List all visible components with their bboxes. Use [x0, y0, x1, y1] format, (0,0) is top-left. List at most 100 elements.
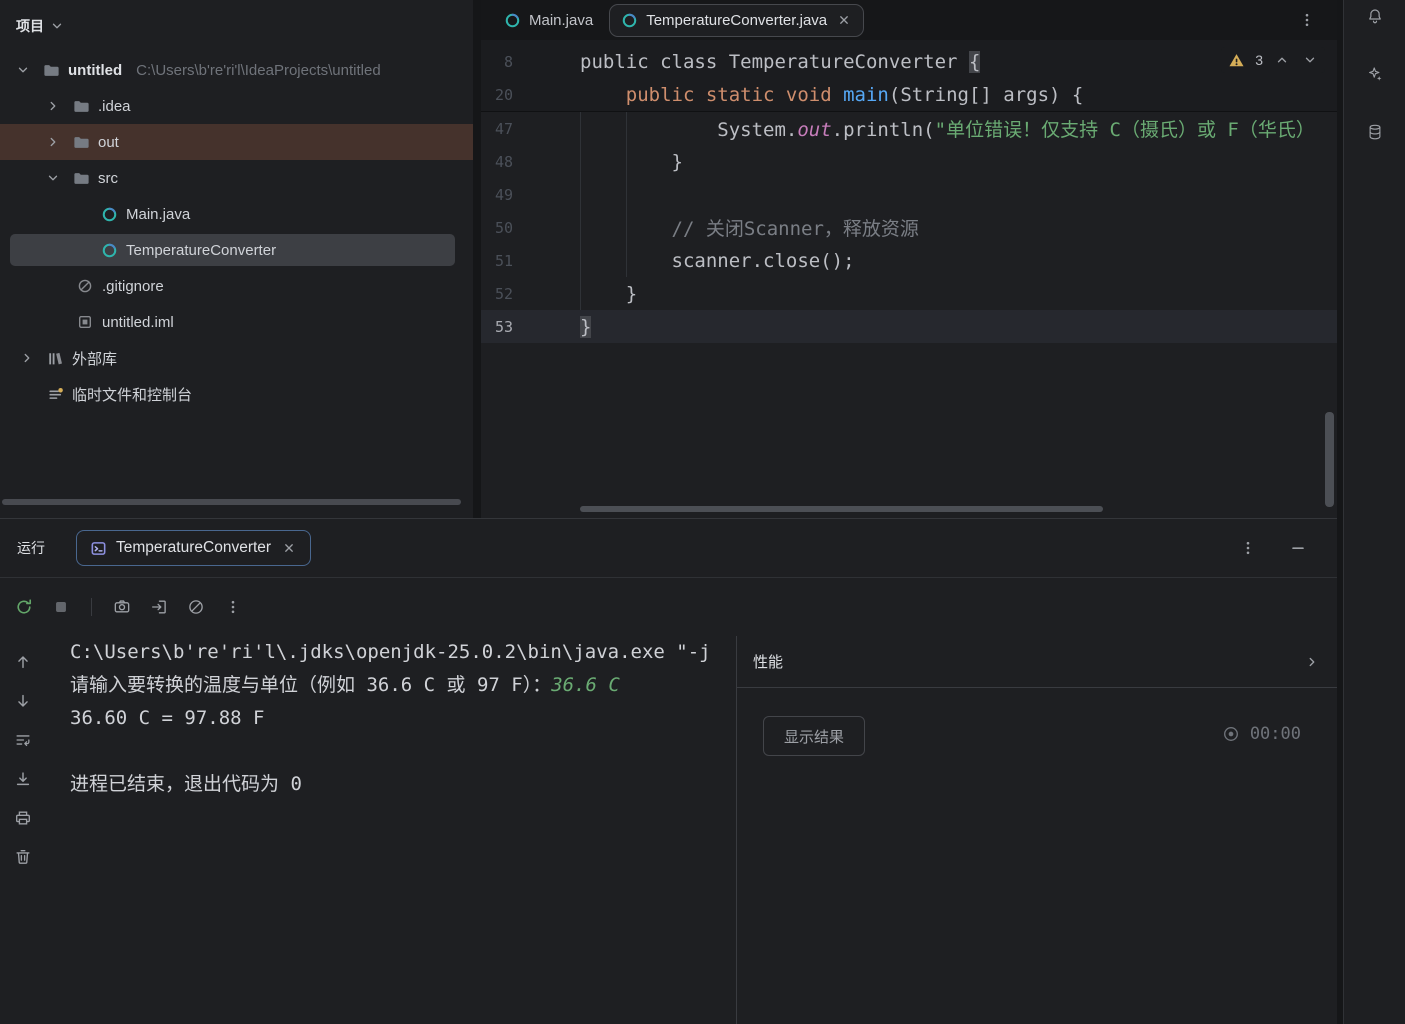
run-more-button[interactable] — [1234, 534, 1262, 562]
inspections-widget[interactable]: 3 — [1221, 47, 1325, 73]
database-icon — [1366, 123, 1384, 141]
code-text: } — [580, 283, 1337, 305]
chevron-right-icon[interactable] — [1303, 653, 1321, 671]
tree-item-label: src — [98, 170, 118, 187]
toolbar-more-button[interactable] — [219, 593, 247, 621]
editor-vertical-scrollbar[interactable] — [1325, 412, 1334, 507]
tree-item-src[interactable]: src — [0, 160, 473, 196]
scroll-to-end-button[interactable] — [9, 765, 37, 793]
code-line-8[interactable]: 8public class TemperatureConverter { — [481, 45, 1337, 78]
warning-icon — [1227, 51, 1245, 69]
ignore-icon — [76, 277, 94, 295]
code-line-47[interactable]: 47 System.out.println("单位错误！仅支持 C（摄氏）或 F… — [481, 112, 1337, 145]
console-line-4 — [70, 735, 736, 768]
next-warning-icon[interactable] — [1301, 51, 1319, 69]
folder-icon — [42, 61, 60, 79]
code-line-20[interactable]: 20 public static void main(String[] args… — [481, 78, 1337, 111]
timer: 00:00 — [1222, 724, 1301, 744]
clear-all-button[interactable] — [182, 593, 210, 621]
clear-console-button[interactable] — [9, 843, 37, 871]
editor-tab-temperature-converter-java[interactable]: TemperatureConverter.java — [609, 4, 864, 37]
tree-item-gitignore[interactable]: .gitignore — [0, 268, 473, 304]
ai-assistant-button[interactable] — [1361, 60, 1389, 88]
show-results-button[interactable]: 显示结果 — [763, 716, 865, 756]
console-icon — [89, 539, 107, 557]
editor-horizontal-scrollbar[interactable] — [580, 506, 1103, 512]
code-line-48[interactable]: 48 } — [481, 145, 1337, 178]
tree-item-scratches-and-consoles[interactable]: 临时文件和控制台 — [0, 376, 473, 412]
project-horizontal-scrollbar[interactable] — [2, 499, 461, 505]
code-line-51[interactable]: 51 scanner.close(); — [481, 244, 1337, 277]
performance-body: 显示结果 00:00 — [737, 688, 1337, 1024]
prev-warning-icon[interactable] — [1273, 51, 1291, 69]
performance-title: 性能 — [753, 651, 783, 672]
line-number: 50 — [481, 219, 513, 237]
project-header: 项目 — [0, 0, 473, 52]
code-line-52[interactable]: 52 } — [481, 277, 1337, 310]
rerun-icon — [15, 598, 33, 616]
thread-dump-button[interactable] — [108, 593, 136, 621]
folder-icon — [72, 97, 90, 115]
editor-tabs-more-button[interactable] — [1293, 6, 1321, 34]
editor-tab-main-java[interactable]: Main.java — [491, 0, 605, 40]
run-panel-title[interactable]: 运行 — [17, 538, 45, 558]
clear-icon — [187, 598, 205, 616]
warning-count: 3 — [1255, 52, 1263, 68]
code-area[interactable]: 47 System.out.println("单位错误！仅支持 C（摄氏）或 F… — [481, 112, 1337, 518]
more-icon — [224, 598, 242, 616]
editor-tabs: Main.java TemperatureConverter.java — [491, 0, 868, 40]
line-number: 52 — [481, 285, 513, 303]
class-icon — [620, 11, 638, 29]
performance-panel: 性能 显示结果 00:00 — [736, 636, 1337, 1024]
run-tab[interactable]: TemperatureConverter — [76, 530, 311, 566]
line-number: 48 — [481, 153, 513, 171]
print-button[interactable] — [9, 804, 37, 832]
console-line-3: 36.60 C = 97.88 F — [70, 702, 736, 735]
code-line-50[interactable]: 50 // 关闭Scanner，释放资源 — [481, 211, 1337, 244]
class-icon — [100, 241, 118, 259]
code-text: } — [580, 151, 1337, 173]
trash-icon — [14, 848, 32, 866]
panel-splitter[interactable] — [473, 0, 481, 518]
up-icon — [14, 653, 32, 671]
project-panel-title[interactable]: 项目 — [16, 16, 44, 36]
tree-item-label: 临时文件和控制台 — [72, 384, 192, 405]
ai-icon — [1366, 65, 1384, 83]
tree-item-path: C:\Users\b're'ri'l\IdeaProjects\untitled — [136, 62, 381, 79]
tree-item-main-java[interactable]: Main.java — [0, 196, 473, 232]
tree-item-untitled[interactable]: untitled C:\Users\b're'ri'l\IdeaProjects\… — [0, 52, 473, 88]
down-icon — [14, 692, 32, 710]
tree-item-idea[interactable]: .idea — [0, 88, 473, 124]
tree-item-label: untitled — [68, 62, 122, 79]
ide-window: 项目 untitled C:\Users\b're'ri'l\IdeaProjec… — [0, 0, 1405, 1024]
performance-header: 性能 — [737, 636, 1337, 688]
minimize-button[interactable] — [1284, 534, 1312, 562]
soft-wrap-button[interactable] — [9, 726, 37, 754]
scroll-to-top-button[interactable] — [9, 648, 37, 676]
tree-item-label: Main.java — [126, 206, 190, 223]
tree-item-external-libraries[interactable]: 外部库 — [0, 340, 473, 376]
stop-button[interactable] — [47, 593, 75, 621]
tree-item-out[interactable]: out — [0, 124, 473, 160]
code-line-53[interactable]: 53} — [481, 310, 1337, 343]
scroll-to-bottom-button[interactable] — [9, 687, 37, 715]
tree-item-label: untitled.iml — [102, 314, 174, 331]
import-results-button[interactable] — [145, 593, 173, 621]
scratch-icon — [46, 385, 64, 403]
line-number: 49 — [481, 186, 513, 204]
run-tab-label: TemperatureConverter — [116, 539, 271, 557]
editor-tab-label: TemperatureConverter.java — [646, 12, 827, 29]
softwrap-icon — [14, 731, 32, 749]
database-button[interactable] — [1361, 118, 1389, 146]
console-gutter-toolbar — [0, 636, 46, 1024]
tree-item-temperature-converter[interactable]: TemperatureConverter — [0, 232, 473, 268]
chevron-down-icon[interactable] — [48, 17, 66, 35]
rerun-button[interactable] — [10, 593, 38, 621]
close-icon[interactable] — [280, 539, 298, 557]
code-line-49[interactable]: 49 — [481, 178, 1337, 211]
indent-guide — [580, 112, 581, 310]
tree-item-label: .gitignore — [102, 278, 164, 295]
notifications-button[interactable] — [1361, 2, 1389, 30]
code-text: public static void main(String[] args) { — [580, 84, 1337, 106]
tree-item-untitled-iml[interactable]: untitled.iml — [0, 304, 473, 340]
